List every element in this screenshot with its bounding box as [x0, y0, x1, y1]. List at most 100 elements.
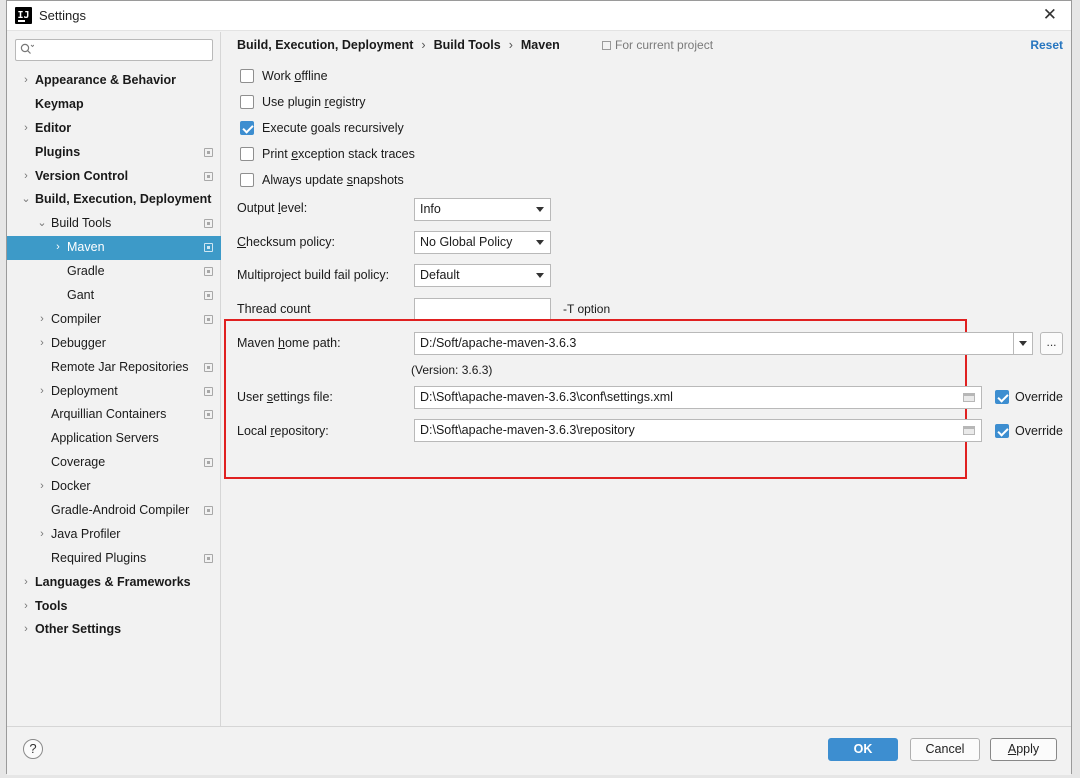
maven-home-dropdown-button[interactable] [1013, 332, 1033, 355]
checksum-policy-value: No Global Policy [420, 235, 513, 249]
local-repository-label: Local repository: [237, 424, 329, 438]
use-plugin-registry-label: Use plugin registry [262, 95, 366, 109]
sidebar-item-label: Appearance & Behavior [35, 73, 177, 87]
breadcrumb-item[interactable]: Build, Execution, Deployment [237, 38, 413, 52]
folder-icon[interactable] [963, 426, 975, 435]
output-level-dropdown[interactable]: Info [414, 198, 551, 221]
use-plugin-registry-checkbox[interactable] [240, 95, 254, 109]
chevron-right-icon[interactable]: › [37, 308, 47, 332]
user-settings-override-checkbox[interactable] [995, 390, 1009, 404]
sidebar-item-compiler[interactable]: › Compiler [7, 308, 221, 332]
sidebar-item-java-profiler[interactable]: › Java Profiler [7, 523, 221, 547]
thread-count-hint: -T option [563, 302, 611, 316]
chevron-right-icon[interactable]: › [37, 475, 47, 499]
checksum-policy-dropdown[interactable]: No Global Policy [414, 231, 551, 254]
sidebar-item-tools[interactable]: › Tools [7, 595, 221, 619]
settings-sidebar: › Appearance & Behavior Keymap › Editor Plugi… [7, 32, 221, 726]
apply-button[interactable]: Apply [990, 738, 1057, 761]
sidebar-item-editor[interactable]: › Editor [7, 117, 221, 141]
reset-link[interactable]: Reset [1030, 38, 1063, 52]
sidebar-item-keymap[interactable]: Keymap [7, 93, 221, 117]
project-scope-icon [204, 362, 213, 372]
execute-goals-recursively-checkbox[interactable] [240, 121, 254, 135]
settings-tree: › Appearance & Behavior Keymap › Editor Plugi… [7, 69, 221, 642]
sidebar-item-gradle[interactable]: Gradle [7, 260, 221, 284]
chevron-right-icon[interactable]: › [37, 332, 47, 356]
local-repository-input[interactable]: D:\Soft\apache-maven-3.6.3\repository [414, 419, 982, 442]
search-icon [20, 43, 40, 57]
chevron-down-icon[interactable]: ⌄ [21, 188, 31, 212]
output-level-label: Output level: [237, 201, 308, 215]
chevron-right-icon[interactable]: › [21, 618, 31, 642]
sidebar-item-application-servers[interactable]: Application Servers [7, 427, 221, 451]
output-level-value: Info [420, 202, 441, 216]
sidebar-item-build-tools[interactable]: ⌄ Build Tools [7, 212, 221, 236]
user-settings-file-input[interactable]: D:\Soft\apache-maven-3.6.3\conf\settings… [414, 386, 982, 409]
chevron-right-icon[interactable]: › [53, 236, 63, 260]
user-settings-override-label: Override [1015, 390, 1063, 404]
sidebar-item-docker[interactable]: › Docker [7, 475, 221, 499]
browse-maven-home-button[interactable]: ... [1040, 332, 1063, 355]
local-repository-override-checkbox[interactable] [995, 424, 1009, 438]
chevron-down-icon [1019, 341, 1027, 346]
sidebar-item-label: Version Control [35, 168, 129, 183]
chevron-right-icon[interactable]: › [37, 523, 47, 547]
project-scope-icon [602, 41, 611, 50]
sidebar-item-debugger[interactable]: › Debugger [7, 332, 221, 356]
sidebar-item-deployment[interactable]: › Deployment [7, 380, 221, 404]
local-repository-value: D:\Soft\apache-maven-3.6.3\repository [420, 423, 635, 437]
help-button[interactable]: ? [23, 739, 43, 759]
chevron-right-icon[interactable]: › [21, 571, 31, 595]
breadcrumb-item[interactable]: Build Tools [434, 38, 501, 52]
sidebar-item-build-execution-deployment[interactable]: ⌄ Build, Execution, Deployment [7, 188, 221, 212]
sidebar-item-gradle-android-compiler[interactable]: Gradle-Android Compiler [7, 499, 221, 523]
chevron-right-icon[interactable]: › [21, 595, 31, 619]
multiproject-fail-policy-dropdown[interactable]: Default [414, 264, 551, 287]
scope-label: For current project [615, 38, 714, 52]
always-update-snapshots-checkbox[interactable] [240, 173, 254, 187]
work-offline-label: Work offline [262, 69, 328, 83]
always-update-snapshots-label: Always update snapshots [262, 173, 404, 187]
chevron-right-icon[interactable]: › [37, 380, 47, 404]
sidebar-item-coverage[interactable]: Coverage [7, 451, 221, 475]
sidebar-item-plugins[interactable]: Plugins [7, 141, 221, 165]
sidebar-item-languages-frameworks[interactable]: › Languages & Frameworks [7, 571, 221, 595]
search-input[interactable] [38, 41, 208, 59]
sidebar-item-label: Gradle [67, 264, 105, 279]
chevron-right-icon[interactable]: › [21, 165, 31, 189]
chevron-right-icon[interactable]: › [21, 117, 31, 141]
sidebar-item-maven[interactable]: › Maven [7, 236, 221, 261]
sidebar-item-arquillian-containers[interactable]: Arquillian Containers [7, 403, 221, 427]
maven-home-path-input[interactable]: D:/Soft/apache-maven-3.6.3 [414, 332, 1014, 355]
ok-button[interactable]: OK [828, 738, 898, 761]
sidebar-item-label: Editor [35, 120, 72, 135]
print-exception-stack-traces-checkbox[interactable] [240, 147, 254, 161]
cancel-button[interactable]: Cancel [910, 738, 980, 761]
sidebar-item-version-control[interactable]: › Version Control [7, 165, 221, 189]
user-settings-file-label: User settings file: [237, 390, 333, 404]
dialog-footer: ? OK Cancel Apply [7, 726, 1071, 775]
multiproject-fail-policy-value: Default [420, 268, 460, 282]
sidebar-item-label: Gant [67, 288, 95, 303]
sidebar-item-other-settings[interactable]: › Other Settings [7, 618, 221, 642]
title-bar: IJ Settings ✕ [7, 1, 1071, 31]
user-settings-file-value: D:\Soft\apache-maven-3.6.3\conf\settings… [420, 390, 673, 404]
sidebar-item-label: Application Servers [51, 431, 159, 446]
sidebar-item-gant[interactable]: Gant [7, 284, 221, 308]
settings-search-box[interactable] [15, 39, 213, 61]
sidebar-item-label: Debugger [51, 335, 106, 350]
sidebar-item-remote-jar-repositories[interactable]: Remote Jar Repositories [7, 356, 221, 380]
close-icon[interactable]: ✕ [1043, 5, 1057, 25]
sidebar-item-appearance-behavior[interactable]: › Appearance & Behavior [7, 69, 221, 93]
folder-icon[interactable] [963, 393, 975, 402]
sidebar-item-label: Compiler [51, 311, 102, 326]
work-offline-checkbox[interactable] [240, 69, 254, 83]
chevron-down-icon[interactable]: ⌄ [37, 212, 47, 236]
sidebar-item-label: Deployment [51, 383, 118, 398]
chevron-right-icon[interactable]: › [21, 69, 31, 93]
local-repository-override-label: Override [1015, 424, 1063, 438]
sidebar-item-label: Build, Execution, Deployment [35, 192, 212, 207]
thread-count-input[interactable] [414, 298, 551, 321]
execute-goals-recursively-label: Execute goals recursively [262, 121, 404, 135]
sidebar-item-required-plugins[interactable]: Required Plugins [7, 547, 221, 571]
